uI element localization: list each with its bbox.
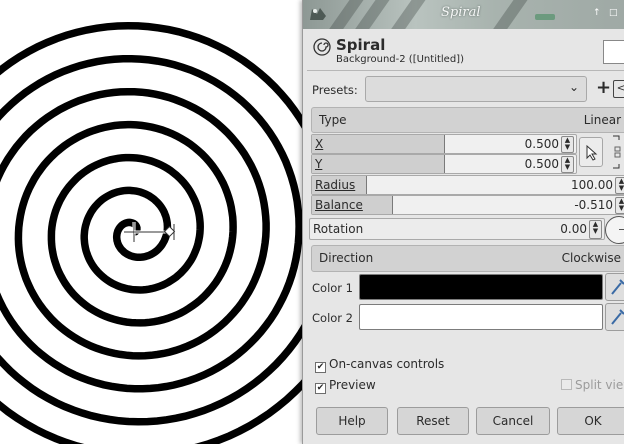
minimize-icon[interactable]: ↑	[593, 9, 602, 18]
layer-thumbnail	[603, 40, 624, 64]
radius-value: 100.00	[571, 178, 613, 192]
presets-combo[interactable]: ⌄	[365, 76, 587, 102]
eyedropper-icon	[611, 279, 624, 295]
type-combo[interactable]: Type Linear ⌄	[311, 107, 624, 133]
preview-checkbox[interactable]: ✔ Preview	[315, 378, 376, 394]
color2-picker-button[interactable]	[605, 303, 624, 331]
eyedropper-icon	[611, 309, 624, 325]
rotation-label: Rotation	[313, 222, 364, 236]
color2-label: Color 2	[312, 311, 353, 325]
balance-spin-button[interactable]: ▲ ▼	[615, 197, 624, 214]
ok-button[interactable]: OK	[557, 407, 624, 435]
radius-spin-button[interactable]: ▲ ▼	[615, 177, 624, 194]
y-spin-button[interactable]: ▲ ▼	[561, 156, 574, 173]
preset-menu-icon[interactable]: <	[613, 80, 624, 98]
presets-label: Presets:	[312, 83, 358, 97]
dialog-titlebar[interactable]: Spiral ↑ □	[303, 0, 624, 29]
type-value: Linear	[583, 113, 621, 127]
gimp-icon	[310, 8, 326, 20]
rotation-field[interactable]: Rotation 0.00 ▲ ▼	[309, 218, 605, 240]
balance-slider[interactable]: Balance -0.510 ▲ ▼	[311, 195, 624, 215]
dialog-header: Spiral Background-2 ([Untitled])	[303, 30, 624, 70]
spiral-render	[0, 21, 304, 444]
x-slider[interactable]: X 0.500 ▲ ▼	[311, 134, 577, 154]
radius-label: Radius	[315, 178, 356, 192]
radius-slider[interactable]: Radius 100.00 ▲ ▼	[311, 175, 624, 195]
checkbox-icon	[561, 379, 572, 390]
balance-label: Balance	[315, 198, 363, 212]
x-label: X	[315, 137, 324, 151]
rotation-value: 0.00	[560, 222, 587, 236]
chain-link-icon[interactable]	[611, 134, 623, 170]
balance-value: -0.510	[574, 198, 613, 212]
y-slider[interactable]: Y 0.500 ▲ ▼	[311, 154, 577, 174]
checkbox-icon: ✔	[315, 383, 326, 394]
color1-picker-button[interactable]	[605, 273, 624, 301]
help-button[interactable]: Help	[316, 407, 388, 435]
reset-button[interactable]: Reset	[397, 407, 469, 435]
color2-swatch[interactable]	[359, 304, 603, 330]
direction-value: Clockwise	[561, 251, 621, 265]
rotation-spin-button[interactable]: ▲ ▼	[589, 220, 602, 239]
plugin-name: Spiral	[336, 36, 386, 54]
canvas-preview[interactable]	[0, 0, 304, 444]
spiral-stroke	[0, 21, 304, 444]
direction-label: Direction	[319, 251, 374, 265]
layer-name: Background-2 ([Untitled])	[336, 54, 464, 65]
split-view-checkbox[interactable]: Split view	[561, 378, 624, 392]
direction-combo[interactable]: Direction Clockwise ⌄	[311, 245, 624, 272]
checkbox-icon: ✔	[315, 362, 326, 373]
type-label: Type	[319, 113, 347, 127]
y-value: 0.500	[524, 157, 559, 171]
plus-icon[interactable]: +	[596, 77, 611, 98]
chevron-down-icon: ⌄	[568, 80, 579, 94]
pointer-icon	[586, 144, 598, 161]
pick-coordinates-button[interactable]	[579, 137, 603, 167]
spiral-dialog: Spiral ↑ □ Spiral Background-2 ([Untitle…	[302, 0, 624, 444]
on-canvas-controls-checkbox[interactable]: ✔ On-canvas controls	[315, 357, 444, 373]
y-label: Y	[315, 157, 323, 171]
window-title: Spiral	[441, 5, 481, 20]
rotation-dial[interactable]	[605, 216, 624, 244]
spiral-icon	[313, 38, 331, 56]
cancel-button[interactable]: Cancel	[476, 407, 550, 435]
x-spin-button[interactable]: ▲ ▼	[561, 136, 574, 153]
color1-swatch[interactable]	[359, 274, 603, 300]
color1-label: Color 1	[312, 281, 353, 295]
x-value: 0.500	[524, 137, 559, 151]
maximize-icon[interactable]: □	[609, 9, 618, 18]
